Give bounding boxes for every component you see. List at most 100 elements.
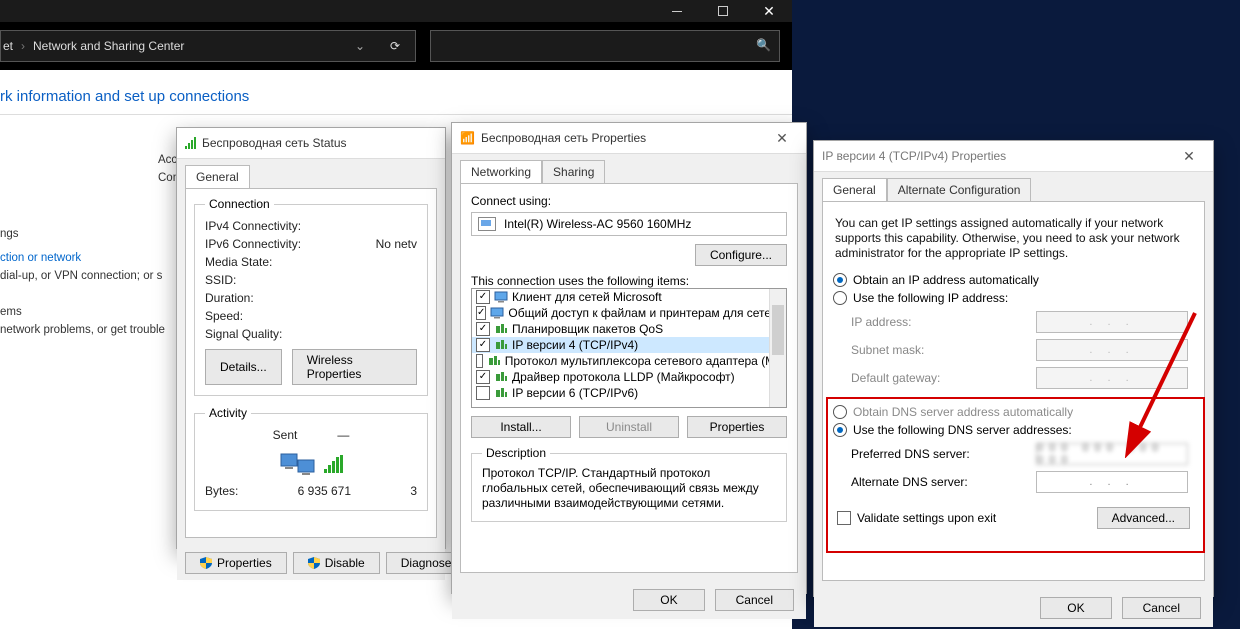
checkbox-icon[interactable] — [476, 306, 486, 320]
truncated-label: Acc — [158, 154, 177, 166]
subnet-mask-field: . . . — [1036, 339, 1188, 361]
refresh-icon: ⟳ — [390, 39, 400, 53]
protocol-list-item[interactable]: Общий доступ к файлам и принтерам для се… — [472, 305, 786, 321]
wireless-properties-button[interactable]: Wireless Properties — [292, 349, 417, 385]
close-icon: ✕ — [1183, 148, 1195, 165]
cancel-button[interactable]: Cancel — [715, 589, 794, 611]
divider — [0, 114, 792, 115]
link-new-connection[interactable]: ction or network — [0, 249, 200, 267]
dialog-title: IP версии 4 (TCP/IPv4) Properties — [822, 149, 1006, 163]
checkbox-icon[interactable] — [476, 386, 490, 400]
protocol-list[interactable]: Клиент для сетей Microsoft Общий доступ к… — [471, 288, 787, 408]
chevron-right-icon: › — [15, 39, 31, 53]
maximize-button[interactable] — [700, 0, 746, 22]
protocol-list-item[interactable]: Клиент для сетей Microsoft — [472, 289, 786, 305]
alternate-dns-field[interactable]: . . . — [1036, 471, 1188, 493]
tab-general[interactable]: General — [822, 178, 887, 201]
checkbox-icon[interactable] — [476, 370, 490, 384]
radio-icon — [833, 291, 847, 305]
dialog-titlebar[interactable]: 📶 Беспроводная сеть Properties ✕ — [452, 123, 806, 154]
minimize-icon — [672, 11, 682, 12]
dialog-titlebar[interactable]: IP версии 4 (TCP/IPv4) Properties ✕ — [814, 141, 1213, 172]
protocol-icon — [494, 371, 508, 383]
checkbox-icon — [837, 511, 851, 525]
page-heading: rk information and set up connections — [0, 88, 249, 105]
wireless-status-dialog: Беспроводная сеть Status General Connect… — [176, 127, 446, 549]
install-button[interactable]: Install... — [471, 416, 571, 438]
checkbox-icon[interactable] — [476, 290, 490, 304]
tab-general[interactable]: General — [185, 165, 250, 188]
checkbox-icon[interactable] — [476, 354, 483, 368]
breadcrumb-segment[interactable]: et — [1, 39, 15, 53]
dialog-footer: OK Cancel — [814, 589, 1213, 627]
ipv4-properties-dialog: IP версии 4 (TCP/IPv4) Properties ✕ Gene… — [813, 140, 1214, 597]
protocol-label: IP версии 4 (TCP/IPv4) — [512, 338, 638, 352]
bytes-received-value: 3 — [410, 484, 417, 498]
ssid-label: SSID: — [205, 273, 335, 287]
checkbox-icon[interactable] — [476, 338, 490, 352]
adapter-properties-dialog: 📶 Беспроводная сеть Properties ✕ Network… — [451, 122, 807, 594]
tab-networking[interactable]: Networking — [460, 160, 542, 183]
close-button[interactable]: ✕ — [766, 123, 798, 153]
close-button[interactable]: ✕ — [746, 0, 792, 22]
dialog-titlebar[interactable]: Беспроводная сеть Status — [177, 128, 445, 159]
protocol-icon — [487, 355, 501, 367]
activity-graphic — [205, 450, 417, 478]
minimize-button[interactable] — [654, 0, 700, 22]
cancel-button[interactable]: Cancel — [1122, 597, 1201, 619]
close-icon: ✕ — [763, 4, 775, 18]
adapter-display: Intel(R) Wireless-AC 9560 160MHz — [471, 212, 787, 236]
search-input[interactable]: 🔍 — [430, 30, 780, 62]
item-properties-button[interactable]: Properties — [687, 416, 787, 438]
radio-use-dns[interactable]: Use the following DNS server addresses: — [833, 421, 1194, 439]
ok-button[interactable]: OK — [633, 589, 704, 611]
scroll-thumb[interactable] — [772, 305, 784, 355]
dialog-title: Беспроводная сеть Status — [202, 136, 347, 150]
subnet-mask-label: Subnet mask: — [851, 343, 1011, 357]
ok-button[interactable]: OK — [1040, 597, 1111, 619]
radio-use-ip[interactable]: Use the following IP address: — [833, 289, 1194, 307]
details-button[interactable]: Details... — [205, 349, 282, 385]
radio-obtain-ip-auto[interactable]: Obtain an IP address automatically — [833, 271, 1194, 289]
properties-button[interactable]: Properties — [185, 552, 287, 574]
configure-button[interactable]: Configure... — [695, 244, 787, 266]
duration-label: Duration: — [205, 291, 335, 305]
checkbox-icon[interactable] — [476, 322, 490, 336]
address-bar-row: et › Network and Sharing Center ⌄ ⟳ 🔍 — [0, 30, 792, 62]
protocol-label: IP версии 6 (TCP/IPv6) — [512, 386, 638, 400]
group-activity: Activity Sent — — [194, 406, 428, 511]
description-text: Протокол TCP/IP. Стандартный протокол гл… — [482, 466, 776, 511]
default-gateway-field: . . . — [1036, 367, 1188, 389]
uninstall-button[interactable]: Uninstall — [579, 416, 679, 438]
protocol-icon — [494, 323, 508, 335]
sent-label: Sent — [273, 428, 298, 442]
protocol-list-item[interactable]: Драйвер протокола LLDP (Майкрософт) — [472, 369, 786, 385]
tab-sharing[interactable]: Sharing — [542, 160, 605, 183]
refresh-button[interactable]: ⟳ — [381, 31, 409, 61]
dash: — — [337, 428, 349, 442]
breadcrumb-segment[interactable]: Network and Sharing Center — [31, 39, 186, 53]
protocol-list-item[interactable]: IP версии 6 (TCP/IPv6) — [472, 385, 786, 401]
protocol-label: Общий доступ к файлам и принтерам для се… — [508, 306, 787, 320]
protocol-list-item[interactable]: IP версии 4 (TCP/IPv4) — [472, 337, 786, 353]
advanced-button[interactable]: Advanced... — [1097, 507, 1190, 529]
address-dropdown[interactable]: ⌄ — [345, 31, 375, 61]
close-button[interactable]: ✕ — [1173, 141, 1205, 171]
scrollbar[interactable] — [769, 289, 786, 407]
validate-checkbox[interactable]: Validate settings upon exit — [837, 509, 996, 527]
protocol-list-item[interactable]: Протокол мультиплексора сетевого адаптер… — [472, 353, 786, 369]
uac-shield-icon — [200, 557, 212, 569]
disable-button[interactable]: Disable — [293, 552, 380, 574]
default-gateway-label: Default gateway: — [851, 371, 1011, 385]
protocol-label: Клиент для сетей Microsoft — [512, 290, 662, 304]
preferred-dns-field[interactable]: 000 000 000 000 — [1036, 443, 1188, 465]
tab-alternate-config[interactable]: Alternate Configuration — [887, 178, 1032, 201]
bytes-sent-value: 6 935 671 — [298, 484, 351, 498]
ipv6-connectivity-label: IPv6 Connectivity: — [205, 237, 335, 251]
radio-obtain-dns-auto[interactable]: Obtain DNS server address automatically — [833, 403, 1194, 421]
group-legend: Activity — [205, 406, 251, 420]
address-bar[interactable]: et › Network and Sharing Center ⌄ ⟳ — [0, 30, 416, 62]
search-icon: 🔍 — [756, 38, 771, 52]
protocol-list-item[interactable]: Планировщик пакетов QoS — [472, 321, 786, 337]
protocol-icon — [494, 387, 508, 399]
